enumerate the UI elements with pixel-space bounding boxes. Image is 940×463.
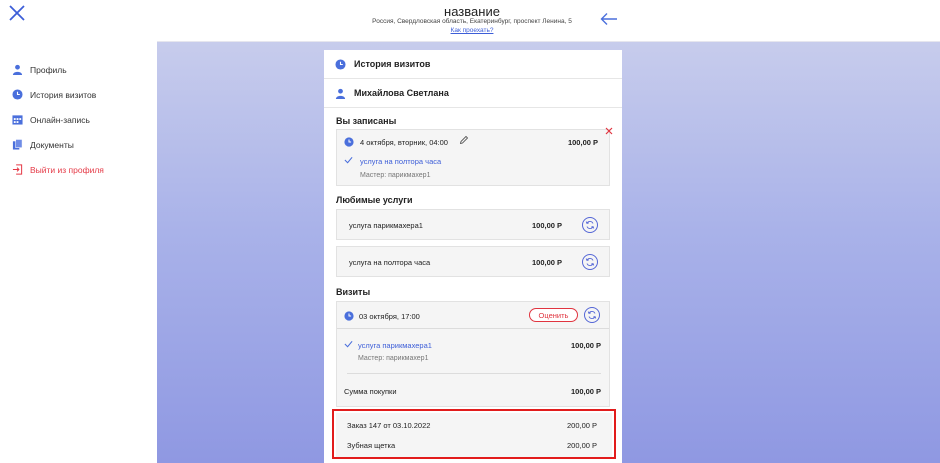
check-icon bbox=[344, 340, 353, 348]
repeat-booking-button[interactable] bbox=[582, 254, 598, 270]
clock-icon bbox=[11, 89, 23, 101]
booked-section-title: Вы записаны bbox=[336, 116, 397, 126]
sidebar-item-label: Документы bbox=[30, 139, 74, 150]
refresh-icon bbox=[585, 258, 595, 266]
rate-visit-button[interactable]: Оценить bbox=[529, 308, 578, 322]
history-header: История визитов bbox=[324, 50, 622, 79]
refresh-icon bbox=[585, 221, 595, 229]
booking-master: Мастер: парикмахер1 bbox=[360, 172, 431, 179]
favorite-item: услуга на полтора часа 100,00 Р bbox=[336, 246, 610, 277]
sidebar-item-logout[interactable]: Выйти из профиля bbox=[11, 157, 104, 182]
history-title: История визитов bbox=[354, 59, 431, 69]
visit-service-price: 100,00 Р bbox=[571, 341, 602, 350]
repeat-visit-button[interactable] bbox=[584, 307, 600, 323]
booking-service[interactable]: услуга на полтора часа bbox=[360, 157, 441, 166]
visit-date: 03 октября, 17:00 bbox=[359, 312, 420, 321]
repeat-booking-button[interactable] bbox=[582, 217, 598, 233]
visit-card: 03 октября, 17:00 Оценить услуга парикма… bbox=[336, 301, 610, 407]
favorite-item: услуга парикмахера1 100,00 Р bbox=[336, 209, 610, 240]
total-label: Сумма покупки bbox=[344, 387, 397, 396]
visits-section-title: Визиты bbox=[336, 287, 371, 297]
calendar-icon bbox=[11, 114, 23, 126]
page-title: название bbox=[444, 4, 500, 19]
divider bbox=[347, 373, 601, 374]
documents-icon bbox=[11, 139, 23, 151]
divider bbox=[337, 328, 609, 329]
history-panel: История визитов Михайлова Светлана Вы за… bbox=[324, 50, 622, 463]
logout-icon bbox=[11, 164, 23, 176]
booking-price: 100,00 Р bbox=[567, 138, 598, 147]
sidebar-menu: Профиль История визитов Онлайн-запись До… bbox=[11, 57, 104, 182]
favorite-service-price: 100,00 Р bbox=[532, 221, 563, 230]
clock-icon bbox=[344, 311, 354, 321]
total-value: 100,00 Р bbox=[571, 387, 602, 396]
user-icon bbox=[11, 64, 23, 76]
sidebar: Профиль История визитов Онлайн-запись До… bbox=[0, 0, 157, 463]
sidebar-item-label: Выйти из профиля bbox=[30, 164, 104, 175]
sidebar-item-label: Онлайн-запись bbox=[30, 114, 90, 125]
highlight-frame bbox=[332, 409, 616, 459]
edit-pencil-icon[interactable] bbox=[459, 135, 469, 145]
sidebar-item-documents[interactable]: Документы bbox=[11, 132, 104, 157]
client-name: Михайлова Светлана bbox=[354, 88, 449, 98]
visit-service[interactable]: услуга парикмахера1 bbox=[358, 341, 432, 350]
visit-master: Мастер: парикмахер1 bbox=[358, 355, 429, 362]
favorite-service-name: услуга парикмахера1 bbox=[349, 221, 423, 230]
booking-date: 4 октября, вторник, 04:00 bbox=[360, 138, 448, 147]
clock-icon bbox=[344, 137, 354, 147]
clock-icon bbox=[335, 58, 346, 70]
favorite-service-price: 100,00 Р bbox=[532, 258, 563, 267]
sidebar-item-history[interactable]: История визитов bbox=[11, 82, 104, 107]
favorite-service-name: услуга на полтора часа bbox=[349, 258, 431, 267]
user-icon bbox=[335, 88, 346, 99]
client-header: Михайлова Светлана bbox=[324, 79, 622, 108]
directions-link[interactable]: Как проехать? bbox=[451, 27, 494, 34]
cancel-booking-icon[interactable] bbox=[605, 127, 613, 135]
back-arrow-icon[interactable] bbox=[600, 12, 618, 26]
refresh-icon bbox=[587, 311, 597, 319]
check-icon bbox=[344, 156, 353, 164]
header: название Россия, Свердловская область, Е… bbox=[157, 0, 940, 42]
sidebar-item-booking[interactable]: Онлайн-запись bbox=[11, 107, 104, 132]
favorites-section-title: Любимые услуги bbox=[336, 195, 413, 205]
booked-card: 4 октября, вторник, 04:00 100,00 Р услуг… bbox=[336, 129, 610, 186]
sidebar-item-profile[interactable]: Профиль bbox=[11, 57, 104, 82]
sidebar-item-label: История визитов bbox=[30, 89, 97, 100]
close-icon[interactable] bbox=[8, 4, 26, 22]
salon-address: Россия, Свердловская область, Екатеринбу… bbox=[372, 18, 572, 25]
sidebar-item-label: Профиль bbox=[30, 64, 67, 75]
